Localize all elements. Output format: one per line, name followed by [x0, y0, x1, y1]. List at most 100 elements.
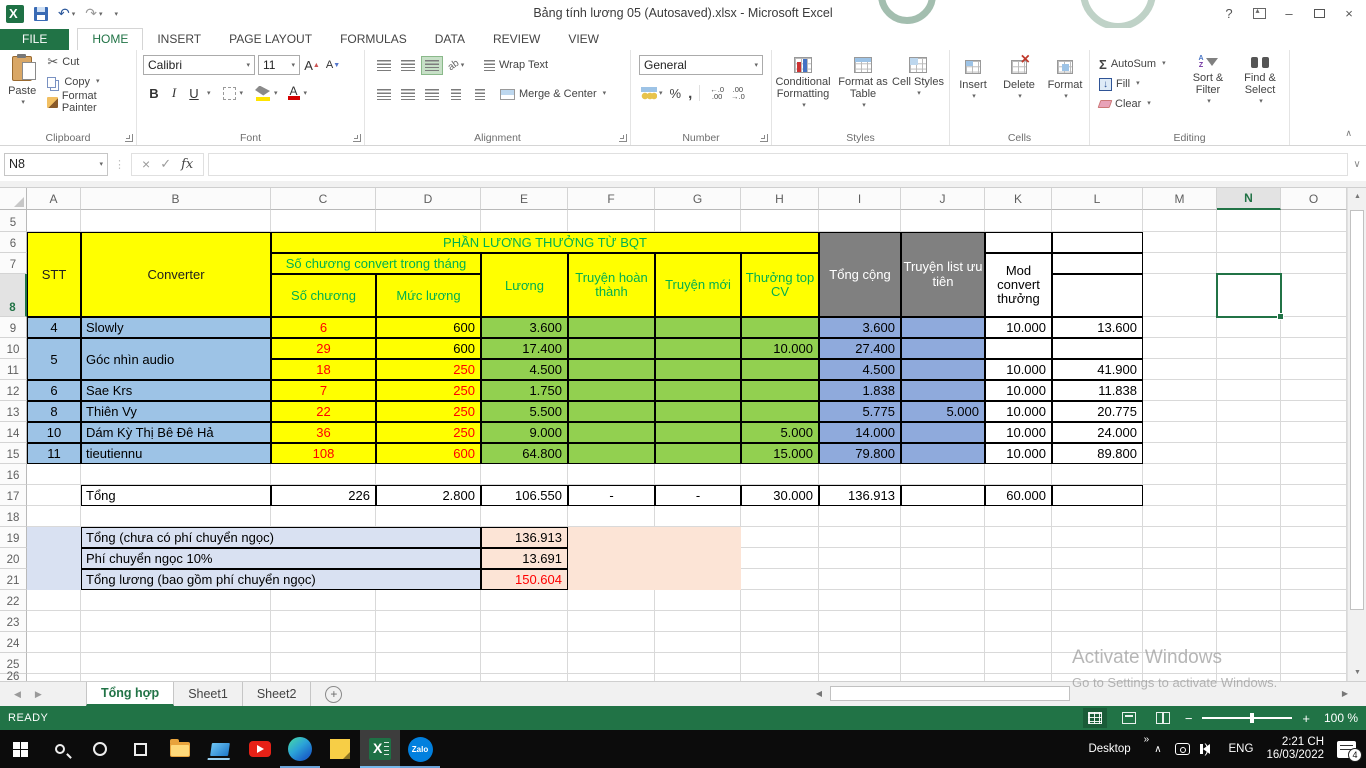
cell-J14[interactable] [901, 422, 985, 443]
cell-O25[interactable] [1281, 653, 1347, 674]
cell-H7[interactable]: Thưởng top CV [741, 253, 819, 317]
row-header-8[interactable]: 8 [0, 274, 27, 317]
cell-M20[interactable] [1143, 548, 1217, 569]
cell-A20[interactable] [27, 548, 81, 569]
cell-K6[interactable] [985, 232, 1052, 253]
cell-L15[interactable]: 89.800 [1052, 443, 1143, 464]
cell-E26[interactable] [481, 674, 568, 681]
column-header-G[interactable]: G [655, 188, 741, 210]
cell-I13[interactable]: 5.775 [819, 401, 901, 422]
font-family-select[interactable]: Calibri [143, 55, 255, 75]
start-button[interactable] [0, 730, 40, 768]
cell-O8[interactable] [1281, 274, 1347, 317]
cell-K19[interactable] [985, 527, 1052, 548]
zoom-in-button[interactable]: + [1302, 711, 1310, 726]
column-header-F[interactable]: F [568, 188, 655, 210]
cell-J11[interactable] [901, 359, 985, 380]
scroll-left-icon[interactable]: ◀ [812, 689, 826, 698]
cell-D10[interactable]: 600 [376, 338, 481, 359]
cell-H9[interactable] [741, 317, 819, 338]
row-header-19[interactable]: 19 [0, 527, 27, 548]
tab-review[interactable]: REVIEW [479, 29, 554, 50]
desktop-peek-label[interactable]: Desktop [1088, 743, 1130, 755]
cell-N5[interactable] [1217, 210, 1281, 232]
cell-A5[interactable] [27, 210, 81, 232]
cell-G22[interactable] [655, 590, 741, 611]
column-header-I[interactable]: I [819, 188, 901, 210]
cell-C12[interactable]: 7 [271, 380, 376, 401]
task-view-button[interactable] [120, 730, 160, 768]
tab-data[interactable]: DATA [421, 29, 479, 50]
alignment-dialog-launcher-icon[interactable] [619, 134, 627, 142]
cell-E5[interactable] [481, 210, 568, 232]
volume-icon[interactable] [1203, 744, 1210, 754]
cell-K21[interactable] [985, 569, 1052, 590]
cell-N6[interactable] [1217, 232, 1281, 253]
column-header-D[interactable]: D [376, 188, 481, 210]
cell-O17[interactable] [1281, 485, 1347, 506]
cell-G10[interactable] [655, 338, 741, 359]
cell-N21[interactable] [1217, 569, 1281, 590]
cell-J22[interactable] [901, 590, 985, 611]
sticky-notes-button[interactable] [320, 730, 360, 768]
sheet-tab-sheet2[interactable]: Sheet2 [243, 682, 312, 706]
cell-C7[interactable]: Số chương convert trong tháng [271, 253, 481, 274]
tab-formulas[interactable]: FORMULAS [326, 29, 421, 50]
cell-J18[interactable] [901, 506, 985, 527]
cortana-button[interactable] [80, 730, 120, 768]
scroll-up-icon[interactable]: ▲ [1348, 188, 1366, 205]
cell-A9[interactable]: 4 [27, 317, 81, 338]
cell-L5[interactable] [1052, 210, 1143, 232]
top-align-button[interactable] [373, 56, 395, 75]
cell-F22[interactable] [568, 590, 655, 611]
shrink-font-button[interactable]: A▼ [324, 55, 342, 75]
cell-O12[interactable] [1281, 380, 1347, 401]
comma-style-button[interactable]: , [688, 85, 692, 102]
cell-K16[interactable] [985, 464, 1052, 485]
cell-H18[interactable] [741, 506, 819, 527]
cell-I22[interactable] [819, 590, 901, 611]
clear-button[interactable]: Clear [1096, 94, 1182, 114]
cell-K12[interactable]: 10.000 [985, 380, 1052, 401]
cell-L26[interactable] [1052, 674, 1143, 681]
cell-H16[interactable] [741, 464, 819, 485]
row-header-20[interactable]: 20 [0, 548, 27, 569]
row-header-5[interactable]: 5 [0, 210, 27, 232]
cell-I15[interactable]: 79.800 [819, 443, 901, 464]
cell-C26[interactable] [271, 674, 376, 681]
cell-C23[interactable] [271, 611, 376, 632]
cell-E16[interactable] [481, 464, 568, 485]
cell-I16[interactable] [819, 464, 901, 485]
cell-F19[interactable] [568, 527, 741, 590]
cell-H23[interactable] [741, 611, 819, 632]
sheet-tab-sheet1[interactable]: Sheet1 [174, 682, 243, 706]
cell-O26[interactable] [1281, 674, 1347, 681]
horizontal-scrollbar[interactable]: ◀ ▶ [812, 684, 1352, 702]
new-sheet-button[interactable]: + [325, 686, 342, 703]
column-header-C[interactable]: C [271, 188, 376, 210]
cell-I21[interactable] [819, 569, 901, 590]
row-header-7[interactable]: 7 [0, 253, 27, 274]
notification-center-icon[interactable]: 4 [1337, 741, 1356, 758]
cell-E22[interactable] [481, 590, 568, 611]
cell-L14[interactable]: 24.000 [1052, 422, 1143, 443]
cell-K23[interactable] [985, 611, 1052, 632]
cell-J16[interactable] [901, 464, 985, 485]
row-header-13[interactable]: 13 [0, 401, 27, 422]
underline-dropdown-icon[interactable] [205, 84, 211, 102]
cell-O18[interactable] [1281, 506, 1347, 527]
cell-M7[interactable] [1143, 253, 1217, 274]
cell-I20[interactable] [819, 548, 901, 569]
cell-B18[interactable] [81, 506, 271, 527]
cell-D14[interactable]: 250 [376, 422, 481, 443]
file-explorer-button[interactable] [160, 730, 200, 768]
cell-D12[interactable]: 250 [376, 380, 481, 401]
cell-L12[interactable]: 11.838 [1052, 380, 1143, 401]
decrease-decimal-button[interactable]: .00→.0 [731, 86, 745, 100]
cell-F18[interactable] [568, 506, 655, 527]
cell-E15[interactable]: 64.800 [481, 443, 568, 464]
cell-H22[interactable] [741, 590, 819, 611]
cancel-icon[interactable]: × [142, 156, 150, 172]
tab-insert[interactable]: INSERT [143, 29, 215, 50]
paste-dropdown-icon[interactable] [19, 97, 25, 109]
